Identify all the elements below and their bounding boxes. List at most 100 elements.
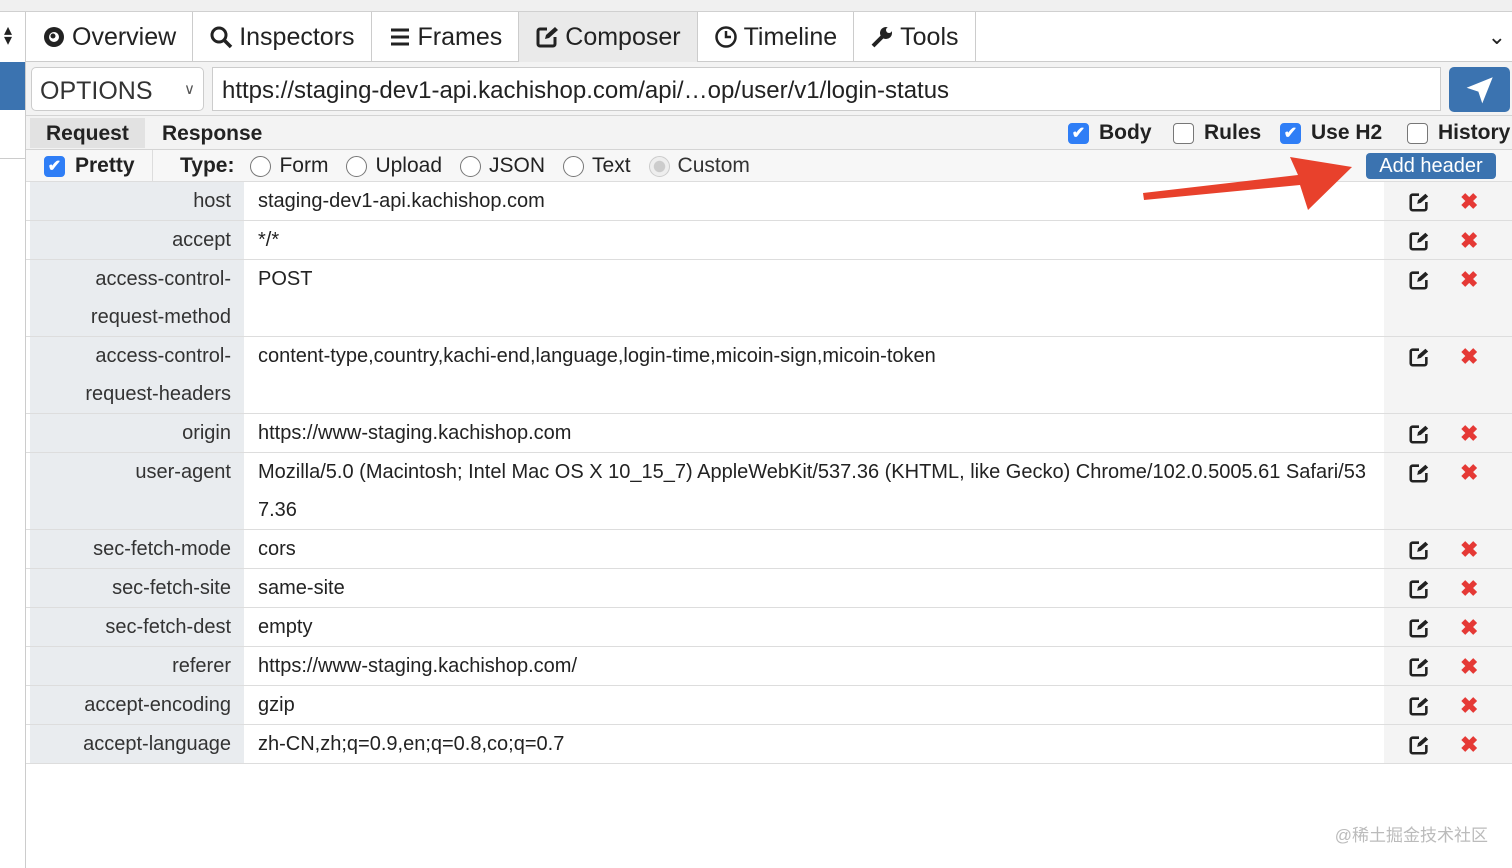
send-button[interactable] — [1449, 67, 1510, 112]
edit-icon[interactable] — [1408, 346, 1430, 368]
add-header-button[interactable]: Add header — [1366, 153, 1496, 179]
delete-icon[interactable]: ✖ — [1460, 423, 1478, 445]
header-value[interactable]: zh-CN,zh;q=0.9,en;q=0.8,co;q=0.7 — [244, 725, 1384, 763]
type-radio-form[interactable]: Form — [250, 154, 328, 178]
edit-icon[interactable] — [1408, 617, 1430, 639]
row-actions: ✖ — [1384, 530, 1512, 568]
use-h2-checkbox[interactable]: ✔ Use H2 — [1280, 121, 1382, 145]
url-input[interactable]: https://staging-dev1-api.kachishop.com/a… — [212, 67, 1441, 111]
tab-frames[interactable]: Frames — [372, 12, 520, 62]
header-value[interactable]: */* — [244, 221, 1384, 259]
header-value[interactable]: empty — [244, 608, 1384, 646]
annotation-arrow — [1143, 157, 1352, 210]
radio-button[interactable] — [460, 155, 482, 177]
header-key[interactable]: access-control-request-method — [26, 260, 244, 336]
header-row: access-control-request-headers content-ty… — [26, 337, 1512, 414]
header-value[interactable]: gzip — [244, 686, 1384, 724]
selected-session[interactable] — [0, 62, 25, 110]
radio-label: Upload — [375, 154, 443, 177]
header-key[interactable]: sec-fetch-dest — [26, 608, 244, 646]
tab-label: Overview — [72, 22, 177, 51]
checkbox-unchecked[interactable] — [1173, 122, 1194, 144]
header-value[interactable]: same-site — [244, 569, 1384, 607]
delete-icon[interactable]: ✖ — [1460, 269, 1478, 291]
type-radio-upload[interactable]: Upload — [346, 154, 442, 178]
body-checkbox[interactable]: ✔ Body — [1068, 121, 1152, 145]
header-key[interactable]: sec-fetch-site — [26, 569, 244, 607]
edit-icon[interactable] — [1408, 578, 1430, 600]
header-value[interactable]: Mozilla/5.0 (Macintosh; Intel Mac OS X 1… — [244, 453, 1384, 529]
checkbox-checked[interactable]: ✔ — [44, 155, 65, 177]
header-key[interactable]: accept — [26, 221, 244, 259]
delete-icon[interactable]: ✖ — [1460, 191, 1478, 213]
delete-icon[interactable]: ✖ — [1460, 539, 1478, 561]
header-value[interactable]: cors — [244, 530, 1384, 568]
edit-icon[interactable] — [1408, 734, 1430, 756]
watermark: @稀土掘金技术社区 — [1334, 826, 1488, 845]
tab-overview[interactable]: Overview — [26, 12, 194, 62]
type-radio-json[interactable]: JSON — [460, 154, 545, 178]
header-row: sec-fetch-site same-site ✖ — [26, 569, 1512, 608]
radio-label: Text — [592, 154, 631, 177]
header-key[interactable]: accept-language — [26, 725, 244, 763]
edit-icon[interactable] — [1408, 462, 1430, 484]
header-key[interactable]: user-agent — [26, 453, 244, 529]
rules-checkbox[interactable]: Rules — [1173, 121, 1261, 145]
use-h2-label: Use H2 — [1311, 121, 1383, 144]
header-value[interactable]: https://www-staging.kachishop.com — [244, 414, 1384, 452]
tab-tools[interactable]: Tools — [854, 12, 976, 62]
history-checkbox[interactable]: History — [1407, 121, 1510, 145]
wrench-icon — [871, 27, 893, 48]
edit-icon[interactable] — [1408, 191, 1430, 213]
radio-button[interactable] — [250, 155, 272, 177]
edit-icon[interactable] — [1408, 695, 1430, 717]
delete-icon[interactable]: ✖ — [1460, 617, 1478, 639]
radio-button[interactable] — [346, 155, 368, 177]
checkbox-checked[interactable]: ✔ — [1280, 122, 1301, 144]
tab-timeline[interactable]: Timeline — [698, 12, 855, 62]
delete-icon[interactable]: ✖ — [1460, 656, 1478, 678]
radio-button[interactable] — [648, 155, 670, 177]
header-value[interactable]: content-type,country,kachi-end,language,… — [244, 337, 1384, 413]
body-label: Body — [1099, 121, 1152, 144]
delete-icon[interactable]: ✖ — [1460, 462, 1478, 484]
tab-response[interactable]: Response — [146, 118, 278, 148]
chevron-down-icon: ∨ — [184, 81, 195, 98]
edit-icon[interactable] — [1408, 423, 1430, 445]
header-key[interactable]: sec-fetch-mode — [26, 530, 244, 568]
checkbox-checked[interactable]: ✔ — [1068, 122, 1089, 144]
type-radio-custom[interactable]: Custom — [648, 154, 750, 178]
edit-icon[interactable] — [1408, 269, 1430, 291]
tab-inspectors[interactable]: Inspectors — [193, 12, 372, 62]
tab-composer[interactable]: Composer — [519, 12, 698, 62]
delete-icon[interactable]: ✖ — [1460, 734, 1478, 756]
edit-icon[interactable] — [1408, 230, 1430, 252]
header-key[interactable]: origin — [26, 414, 244, 452]
header-value[interactable]: POST — [244, 260, 1384, 336]
chevron-down-icon[interactable]: ⌄ — [1488, 24, 1506, 50]
header-row: user-agent Mozilla/5.0 (Macintosh; Intel … — [26, 453, 1512, 530]
headers-table: host staging-dev1-api.kachishop.com ✖ accep… — [26, 182, 1512, 764]
delete-icon[interactable]: ✖ — [1460, 578, 1478, 600]
checkbox-unchecked[interactable] — [1407, 122, 1428, 144]
url-bar: OPTIONS ∨ https://staging-dev1-api.kachis… — [26, 62, 1512, 116]
tab-label: Composer — [565, 22, 681, 51]
radio-button[interactable] — [563, 155, 585, 177]
header-key[interactable]: access-control-request-headers — [26, 337, 244, 413]
header-key[interactable]: accept-encoding — [26, 686, 244, 724]
type-radio-text[interactable]: Text — [563, 154, 631, 178]
method-select[interactable]: OPTIONS ∨ — [31, 67, 204, 111]
sort-icon[interactable]: ▴ ▾ — [4, 23, 12, 49]
search-icon — [210, 26, 233, 49]
delete-icon[interactable]: ✖ — [1460, 695, 1478, 717]
header-value[interactable]: https://www-staging.kachishop.com/ — [244, 647, 1384, 685]
delete-icon[interactable]: ✖ — [1460, 346, 1478, 368]
tab-request[interactable]: Request — [30, 118, 145, 148]
header-key[interactable]: referer — [26, 647, 244, 685]
header-key[interactable]: host — [26, 182, 244, 220]
edit-icon[interactable] — [1408, 656, 1430, 678]
edit-icon[interactable] — [1408, 539, 1430, 561]
pretty-checkbox[interactable]: ✔ Pretty — [44, 154, 135, 178]
row-actions: ✖ — [1384, 725, 1512, 763]
delete-icon[interactable]: ✖ — [1460, 230, 1478, 252]
